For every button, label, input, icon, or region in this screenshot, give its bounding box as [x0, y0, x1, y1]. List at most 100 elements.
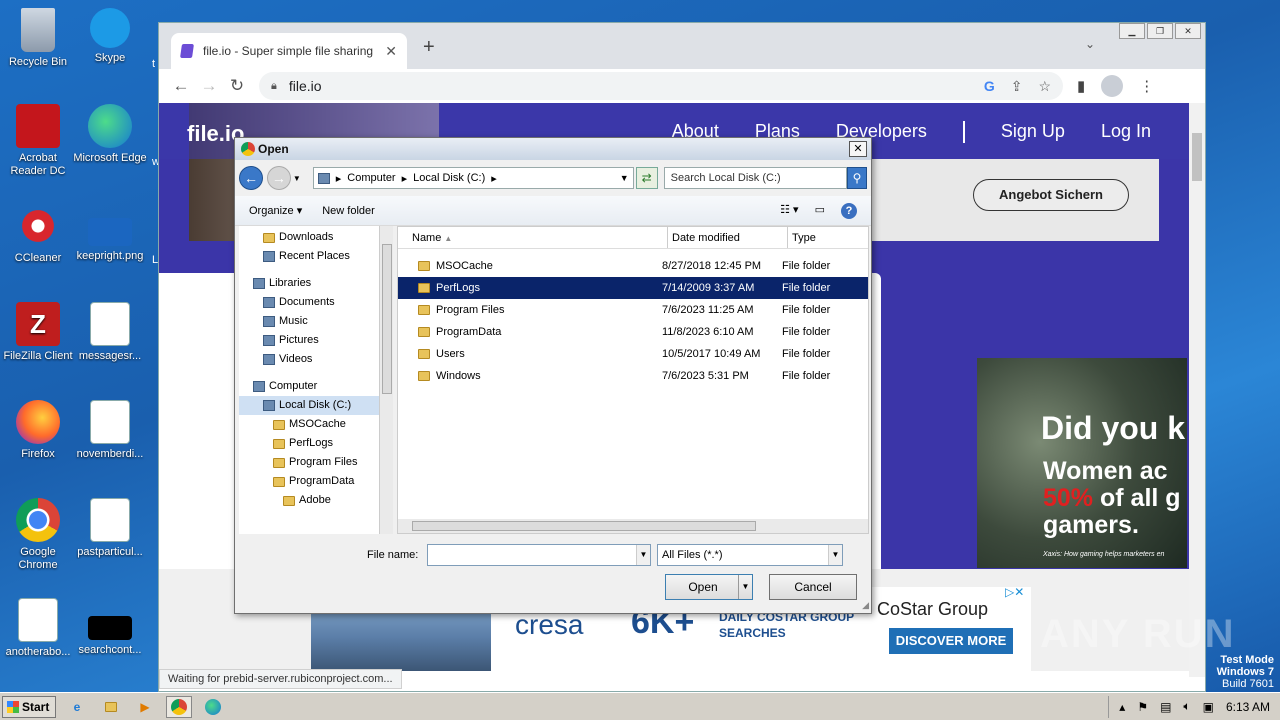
nav-item[interactable]: Pictures	[239, 331, 390, 350]
desktop-icon-pastparticul[interactable]: pastparticul...	[72, 498, 148, 559]
media-player-icon[interactable]: ▶	[132, 696, 158, 718]
new-folder-button[interactable]: New folder	[322, 205, 375, 217]
desktop-icon-firefox[interactable]: Firefox	[0, 400, 76, 461]
refresh-icon[interactable]: ⇄	[635, 167, 658, 189]
resize-grip-icon[interactable]: ◢	[862, 600, 869, 611]
tab-fileio[interactable]: file.io - Super simple file sharing ✕	[171, 33, 407, 69]
forward-icon[interactable]: →	[195, 76, 223, 96]
nav-item[interactable]: PerfLogs	[239, 434, 390, 453]
nav-item[interactable]: Downloads	[239, 228, 390, 247]
breadcrumb-computer[interactable]: Computer	[347, 172, 395, 184]
file-type-filter[interactable]: All Files (*.*) ▼	[657, 544, 843, 566]
volume-icon[interactable]: 🔈︎	[1183, 699, 1190, 714]
back-icon[interactable]: ←	[239, 166, 263, 190]
start-button[interactable]: Start	[2, 695, 56, 718]
edge-taskbar-icon[interactable]	[200, 696, 226, 718]
nav-item[interactable]: Adobe	[239, 491, 390, 510]
history-dropdown-icon[interactable]: ▼	[293, 174, 301, 183]
file-row[interactable]: Program Files 7/6/2023 11:25 AM File folde…	[398, 299, 868, 321]
reload-icon[interactable]: ↻	[223, 76, 251, 96]
breadcrumb[interactable]: ▸ Computer ▸ Local Disk (C:) ▸ ▼	[312, 167, 634, 189]
file-row[interactable]: MSOCache 8/27/2018 12:45 PM File folder	[398, 255, 868, 277]
network-icon[interactable]: ▤	[1160, 700, 1171, 714]
nav-pane-scrollbar[interactable]	[379, 226, 393, 534]
nav-item[interactable]: Recent Places	[239, 247, 390, 266]
side-panel-icon[interactable]: ▮	[1077, 77, 1085, 95]
search-icon[interactable]: ⚲	[847, 167, 867, 189]
open-split-arrow-icon[interactable]: ▼	[738, 575, 752, 599]
help-icon[interactable]: ?	[841, 202, 857, 219]
file-row[interactable]: ProgramData 11/8/2023 6:10 AM File folder	[398, 321, 868, 343]
desktop-icon-recycle-bin[interactable]: Recycle Bin	[0, 8, 76, 69]
scroll-thumb[interactable]	[1192, 133, 1202, 181]
nav-item[interactable]: MSOCache	[239, 415, 390, 434]
file-list-horizontal-scrollbar[interactable]	[398, 519, 868, 533]
file-row[interactable]: Users 10/5/2017 10:49 AM File folder	[398, 343, 868, 365]
tray-flag-icon[interactable]: ⚑	[1137, 700, 1148, 714]
tab-close-icon[interactable]: ✕	[385, 43, 397, 60]
nav-sign-up[interactable]: Sign Up	[1001, 121, 1065, 143]
profile-avatar-icon[interactable]	[1101, 75, 1124, 97]
desktop-icon-november[interactable]: novemberdi...	[72, 400, 148, 461]
column-header-name[interactable]: Name ▲	[398, 227, 668, 248]
nav-item[interactable]: Libraries	[239, 274, 390, 293]
side-ad[interactable]: Did you k Women ac 50% of all g gamers. …	[977, 358, 1187, 568]
open-button[interactable]: Open ▼	[665, 574, 753, 600]
menu-kebab-icon[interactable]: ⋮	[1139, 77, 1154, 95]
clock[interactable]: 6:13 AM	[1226, 700, 1270, 714]
new-tab-icon[interactable]: +	[423, 36, 435, 59]
google-icon[interactable]: G	[984, 78, 995, 95]
minimize-icon[interactable]: ▁	[1119, 23, 1145, 39]
desktop-icon-searchcont[interactable]: searchcont...	[72, 598, 148, 657]
nav-item[interactable]: Computer	[239, 377, 390, 396]
desktop-icon-messages[interactable]: messagesr...	[72, 302, 148, 363]
angebot-sichern-button[interactable]: Angebot Sichern	[973, 179, 1129, 211]
page-vertical-scrollbar[interactable]	[1189, 103, 1205, 677]
cancel-button[interactable]: Cancel	[769, 574, 857, 600]
dialog-search-input[interactable]: Search Local Disk (C:)	[663, 167, 848, 189]
desktop-icon-keepright[interactable]: keepright.png	[72, 204, 148, 263]
share-icon[interactable]: ⇪	[1011, 78, 1023, 95]
scroll-thumb[interactable]	[382, 244, 392, 394]
ad-close-icon[interactable]: ▷✕	[1005, 585, 1024, 599]
discover-more-button[interactable]: DISCOVER MORE	[889, 628, 1013, 654]
nav-item[interactable]: Videos	[239, 350, 390, 369]
column-header-type[interactable]: Type	[788, 227, 868, 248]
close-window-icon[interactable]: ✕	[1175, 23, 1201, 39]
ie-icon[interactable]: e	[64, 696, 90, 718]
file-row[interactable]: PerfLogs 7/14/2009 3:37 AM File folder	[398, 277, 868, 299]
dialog-title-bar[interactable]: Open	[235, 138, 871, 160]
bookmark-star-icon[interactable]: ☆	[1038, 78, 1051, 95]
nav-item[interactable]: Documents	[239, 293, 390, 312]
nav-item[interactable]: Music	[239, 312, 390, 331]
nav-item[interactable]: Program Files	[239, 453, 390, 472]
forward-icon[interactable]: →	[266, 166, 291, 190]
nav-log-in[interactable]: Log In	[1101, 121, 1151, 143]
explorer-folder-icon[interactable]	[98, 696, 124, 718]
desktop-icon-anotherabo[interactable]: anotherabo...	[0, 598, 76, 659]
file-row[interactable]: Windows 7/6/2023 5:31 PM File folder	[398, 365, 868, 387]
preview-pane-icon[interactable]: ▭	[815, 203, 825, 219]
scroll-thumb[interactable]	[412, 521, 756, 531]
dialog-close-icon[interactable]: ✕	[849, 141, 867, 157]
desktop-icon-edge[interactable]: Microsoft Edge	[72, 104, 148, 165]
desktop-icon-skype[interactable]: Skype	[72, 8, 148, 65]
tab-search-chevron-icon[interactable]: ⌄	[1085, 37, 1095, 51]
file-type-dropdown-icon[interactable]: ▼	[828, 545, 842, 565]
tray-expand-icon[interactable]: ▴	[1119, 700, 1125, 714]
chrome-taskbar-icon[interactable]	[166, 695, 192, 718]
desktop-icon-filezilla[interactable]: Z FileZilla Client	[0, 302, 76, 363]
file-name-input[interactable]: ▼	[427, 544, 651, 566]
desktop-icon-acrobat[interactable]: Acrobat Reader DC	[0, 104, 76, 178]
file-name-dropdown-icon[interactable]: ▼	[636, 545, 650, 565]
view-options-icon[interactable]: ☷ ▾	[780, 203, 798, 219]
nav-item[interactable]: Local Disk (C:)	[239, 396, 390, 415]
desktop-icon-chrome[interactable]: Google Chrome	[0, 498, 76, 572]
organize-menu[interactable]: Organize ▾	[249, 204, 302, 217]
column-header-date[interactable]: Date modified	[668, 227, 788, 248]
nav-item[interactable]: ProgramData	[239, 472, 390, 491]
breadcrumb-local-disk[interactable]: Local Disk (C:)	[413, 172, 485, 184]
back-icon[interactable]: ←	[167, 76, 195, 96]
breadcrumb-dropdown-icon[interactable]: ▼	[620, 173, 629, 183]
tray-display-icon[interactable]: ▣	[1203, 700, 1214, 714]
